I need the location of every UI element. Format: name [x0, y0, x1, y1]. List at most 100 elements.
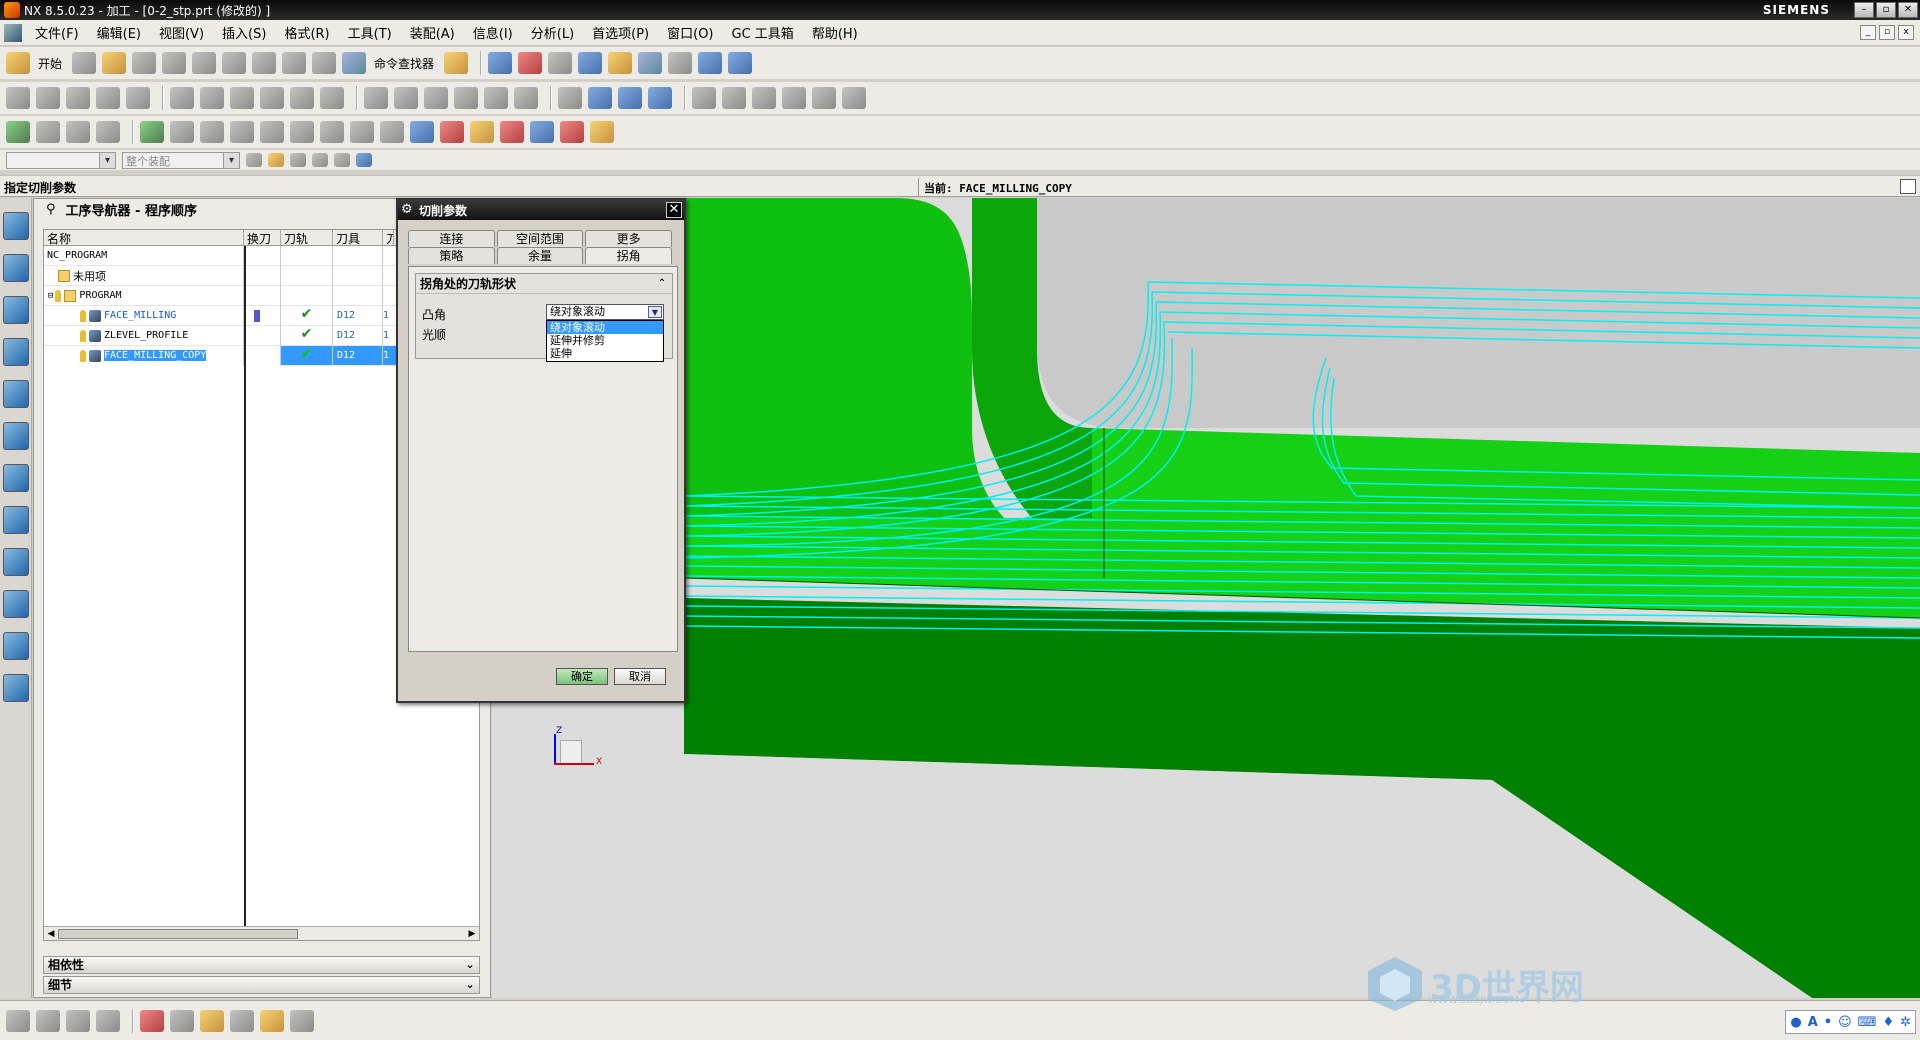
save-icon[interactable]	[132, 52, 157, 74]
edge-style-icon[interactable]	[608, 52, 633, 74]
start-button[interactable]: 开始	[38, 55, 62, 72]
cycle-icon[interactable]	[320, 121, 344, 143]
keyboard-icon[interactable]: ⌨	[1858, 1015, 1877, 1030]
command-finder-button[interactable]: 命令查找器	[374, 55, 434, 72]
tab-connections[interactable]: 连接	[408, 230, 495, 247]
type-filter-combo[interactable]	[6, 151, 116, 169]
gouge-icon[interactable]	[812, 87, 836, 109]
fit-view-icon[interactable]	[518, 52, 543, 74]
wcs-icon[interactable]	[698, 52, 723, 74]
menu-gc-toolbox[interactable]: GC 工具箱	[723, 23, 803, 42]
palette-icon[interactable]	[2, 548, 29, 576]
fit-window-icon[interactable]	[1900, 179, 1916, 194]
measure-icon[interactable]	[560, 121, 584, 143]
settings-icon[interactable]: ✲	[1900, 1015, 1911, 1030]
assembly-navigator-icon[interactable]	[2, 212, 29, 240]
part-navigator-icon[interactable]	[2, 296, 29, 324]
machine-navigator-icon[interactable]	[2, 380, 29, 408]
spindle-icon[interactable]	[380, 121, 404, 143]
simulate-icon[interactable]	[484, 87, 508, 109]
orient-icon[interactable]	[548, 52, 573, 74]
create-method-icon[interactable]	[96, 1009, 120, 1032]
chevron-up-icon[interactable]: ⌃	[655, 277, 669, 291]
plane-icon[interactable]	[200, 1009, 224, 1032]
create-method-icon[interactable]	[96, 87, 120, 109]
verify-icon[interactable]	[454, 87, 478, 109]
point-icon[interactable]	[170, 1009, 194, 1032]
new-icon[interactable]	[72, 52, 97, 74]
open-icon[interactable]	[102, 52, 127, 74]
operation-navigator-icon[interactable]	[2, 338, 29, 366]
show-hide-icon[interactable]	[334, 153, 350, 167]
filter-reset-icon[interactable]	[246, 153, 262, 167]
create-program-icon[interactable]	[6, 87, 30, 109]
path-edit-icon[interactable]	[440, 121, 464, 143]
menu-format[interactable]: 格式(R)	[275, 23, 338, 42]
scope-filter-combo[interactable]: 整个装配	[122, 151, 240, 169]
delete-icon[interactable]	[282, 52, 307, 74]
tab-more[interactable]: 更多	[585, 230, 673, 247]
cut-object-icon[interactable]	[320, 87, 344, 109]
minimize-icon[interactable]: –	[1854, 2, 1874, 18]
create-geometry-icon[interactable]	[66, 1009, 90, 1032]
menu-view[interactable]: 视图(V)	[150, 23, 213, 42]
color-icon[interactable]	[140, 1009, 164, 1032]
group-icon[interactable]	[350, 121, 374, 143]
menu-insert[interactable]: 插入(S)	[213, 23, 275, 42]
holder-icon[interactable]	[170, 121, 194, 143]
constraint-navigator-icon[interactable]	[2, 254, 29, 282]
menu-help[interactable]: 帮助(H)	[803, 23, 867, 42]
doc-close-icon[interactable]: x	[1898, 25, 1914, 40]
details-section[interactable]: 细节 ⌄	[43, 976, 480, 994]
program-order-view-icon[interactable]	[170, 87, 194, 109]
cube-icon[interactable]	[356, 153, 372, 167]
body-icon[interactable]	[290, 1009, 314, 1032]
shop-doc-icon[interactable]	[558, 87, 582, 109]
csys-icon[interactable]	[230, 1009, 254, 1032]
tab-stock[interactable]: 余量	[496, 247, 584, 264]
dependency-section[interactable]: 相依性 ⌄	[43, 956, 480, 974]
background-icon[interactable]	[668, 52, 693, 74]
create-program-icon[interactable]	[6, 1009, 30, 1032]
opt-icon[interactable]	[470, 121, 494, 143]
table-icon[interactable]	[410, 121, 434, 143]
menu-tools[interactable]: 工具(T)	[339, 23, 401, 42]
move-icon[interactable]	[728, 52, 753, 74]
menu-edit[interactable]: 编辑(E)	[88, 23, 150, 42]
language-icon[interactable]: A	[1808, 1015, 1818, 1030]
flag-icon[interactable]	[260, 121, 284, 143]
pin-icon[interactable]: ⚲	[46, 202, 56, 217]
section-icon[interactable]	[638, 52, 663, 74]
geometry-view-icon[interactable]	[230, 87, 254, 109]
menu-file[interactable]: 文件(F)	[26, 23, 88, 42]
close-icon[interactable]: ✕	[1898, 2, 1918, 18]
stock-icon[interactable]	[200, 121, 224, 143]
chevron-down-icon[interactable]: ⌄	[463, 978, 477, 992]
copy-icon[interactable]	[222, 52, 247, 74]
history-icon[interactable]	[2, 590, 29, 618]
scroll-thumb[interactable]	[58, 929, 298, 939]
web-browser-icon[interactable]	[2, 506, 29, 534]
check-icon[interactable]	[6, 121, 30, 143]
display-toolpath-icon[interactable]	[588, 87, 612, 109]
feed-icon[interactable]	[692, 87, 716, 109]
dialog-title-bar[interactable]: ⚙ 切削参数 ✕	[398, 200, 684, 220]
approve-icon[interactable]	[140, 121, 164, 143]
method-view-icon[interactable]	[260, 87, 284, 109]
reuse-library-icon[interactable]	[2, 464, 29, 492]
scroll-left-icon[interactable]: ◀	[44, 927, 58, 940]
dialog-close-icon[interactable]: ✕	[666, 202, 682, 218]
render-style-icon[interactable]	[578, 52, 603, 74]
comment-icon[interactable]	[290, 121, 314, 143]
tab-containment[interactable]: 空间范围	[496, 230, 584, 247]
maximize-icon[interactable]: ▫	[1876, 2, 1896, 18]
import-icon[interactable]	[96, 121, 120, 143]
create-tool-icon[interactable]	[36, 1009, 60, 1032]
option-extend[interactable]: 延伸	[547, 347, 663, 360]
col-tool[interactable]: 刀具	[333, 230, 383, 246]
cancel-button[interactable]: 取消	[614, 668, 666, 685]
template-icon[interactable]	[66, 121, 90, 143]
generate-icon[interactable]	[364, 87, 388, 109]
menu-assembly[interactable]: 装配(A)	[401, 23, 464, 42]
cut-icon[interactable]	[192, 52, 217, 74]
